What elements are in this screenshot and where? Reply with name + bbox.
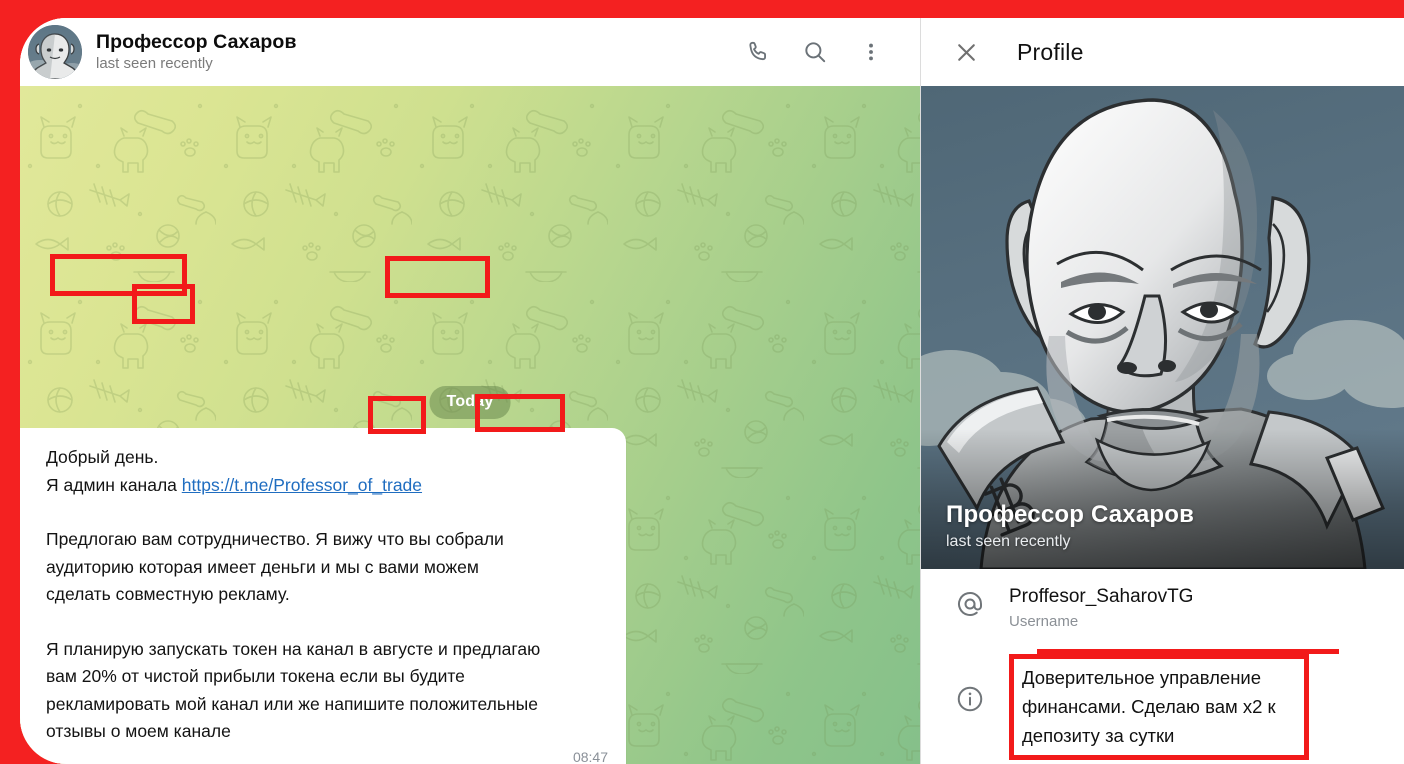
screenshot-root: Профессор Сахаров last seen recently Tod… [0, 0, 1404, 764]
chat-title: Профессор Сахаров [96, 30, 297, 53]
message-line: Добрый день. [46, 447, 159, 467]
bio-annotation-box: Доверительное управление финансами. Сдел… [1009, 654, 1309, 760]
message-line: сделать совместную рекламу. [46, 584, 290, 604]
message-line: аудиторию которая имеет деньги и мы с ва… [46, 556, 479, 577]
username-label: Username [1009, 613, 1079, 630]
at-sign-icon [947, 583, 993, 619]
search-icon[interactable] [800, 37, 830, 67]
profile-title: Profile [1017, 38, 1084, 65]
channel-link[interactable]: https://t.me/Professor_of_trade [182, 475, 422, 495]
annotation-underline-username [1037, 649, 1339, 654]
message-line: рекламировать мой канал или же напишите … [46, 693, 538, 714]
profile-row-body: Proffesor_SaharovTG Username [993, 583, 1382, 630]
chat-header-text[interactable]: Профессор Сахаров last seen recently [96, 31, 744, 73]
chat-header: Профессор Сахаров last seen recently [20, 18, 920, 86]
profile-row-body: Доверительное управление финансами. Сдел… [993, 654, 1382, 764]
chat-message-area: Today Добрый день. Я админ канала https:… [20, 86, 920, 764]
message-line: вам 20% от чистой прибыли токена если вы… [46, 666, 465, 686]
chat-column: Профессор Сахаров last seen recently Tod… [20, 18, 920, 764]
profile-name: Профессор Сахаров [946, 501, 1195, 528]
date-divider: Today [429, 386, 511, 419]
message-timestamp: 08:47 [572, 748, 608, 764]
username-value: Proffesor_SaharovTG [1009, 586, 1194, 607]
message-line-link: Я админ канала https://t.me/Professor_of… [46, 472, 610, 500]
profile-header: Profile [921, 18, 1404, 86]
close-icon[interactable] [949, 35, 983, 69]
hero-text-block: Профессор Сахаров last seen recently [946, 501, 1194, 551]
message-link-prefix: Я админ канала [46, 474, 182, 495]
message-line: Предлогаю вам сотрудничество. Я вижу что… [46, 529, 504, 549]
telegram-app-window: Профессор Сахаров last seen recently Tod… [20, 18, 1404, 764]
phone-icon[interactable] [744, 37, 774, 67]
info-circle-icon [947, 654, 993, 714]
profile-avatar-large[interactable]: Профессор Сахаров last seen recently [921, 86, 1404, 569]
more-vertical-icon[interactable] [856, 37, 886, 67]
message-bubble[interactable]: Добрый день. Я админ канала https://t.me… [20, 428, 626, 764]
message-line: Я планирую запускать токен на канал в ав… [46, 638, 541, 659]
chat-header-avatar[interactable] [28, 25, 82, 79]
message-line: отзывы о моем канале [46, 721, 231, 741]
chat-subtitle: last seen recently [96, 55, 213, 73]
profile-row-username[interactable]: Proffesor_SaharovTG Username [921, 569, 1404, 640]
bio-value: Доверительное управление финансами. Сдел… [1022, 667, 1276, 746]
profile-status: last seen recently [946, 533, 1071, 550]
profile-row-bio[interactable]: Доверительное управление финансами. Сдел… [921, 640, 1404, 764]
chat-header-actions [744, 37, 886, 67]
